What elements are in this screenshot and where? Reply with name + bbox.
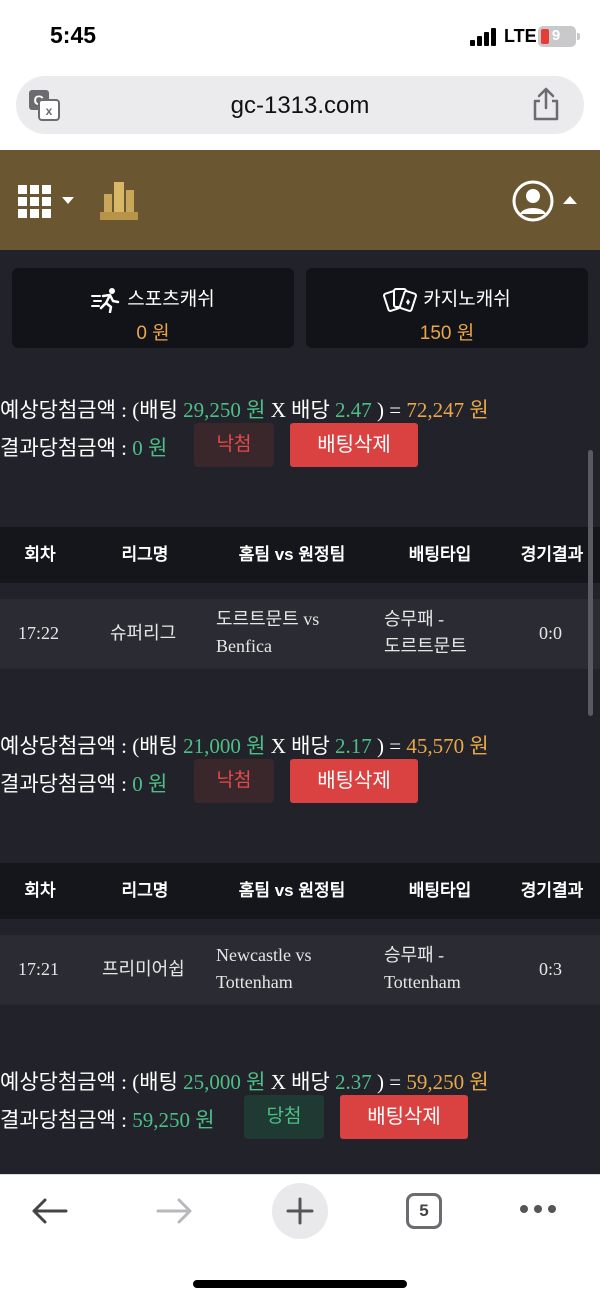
teams-cell-line1: Newcastle vs <box>216 945 312 965</box>
browser-toolbar: 5 <box>0 1174 600 1299</box>
menu-grid-icon[interactable] <box>18 185 52 219</box>
bet-table-header: 회차 리그명 홈팀 vs 원정팀 배팅타입 경기결과 <box>0 863 600 919</box>
bet-type-line1: 승무패 - <box>384 945 445 965</box>
site-logo[interactable] <box>98 178 140 222</box>
more-options-icon[interactable] <box>518 1203 558 1215</box>
table-row: 17:21 프리미어쉽 Newcastle vs Tottenham 승무패 -… <box>0 935 600 1005</box>
scrollbar[interactable] <box>588 450 593 716</box>
header-teams: 홈팀 vs 원정팀 <box>238 881 346 900</box>
address-bar[interactable]: G x gc-1313.com <box>16 76 584 134</box>
header-result: 경기결과 <box>520 545 584 564</box>
expected-amount: 59,250 원 <box>406 1070 489 1094</box>
league-cell: 슈퍼리그 <box>110 623 177 643</box>
status-time: 5:45 <box>50 22 97 48</box>
bet-odds: 2.17 <box>335 734 372 758</box>
result-amount: 59,250 원 <box>132 1108 215 1132</box>
expected-amount: 72,247 원 <box>406 398 489 422</box>
teams-cell-line1: 도르트문트 vs <box>216 609 320 629</box>
expected-winnings-line: 예상당첨금액 : (배팅 29,250 원 X 배당 2.47 ) = 72,2… <box>0 398 489 422</box>
header-bet-type: 배팅타입 <box>408 545 472 564</box>
battery-level: 9 <box>551 27 561 44</box>
user-account-icon[interactable] <box>512 180 554 222</box>
network-label: LTE <box>504 26 537 46</box>
header-league: 리그명 <box>121 881 169 900</box>
bet-stake: 25,000 원 <box>183 1070 266 1094</box>
expected-winnings-line: 예상당첨금액 : (배팅 21,000 원 X 배당 2.17 ) = 45,5… <box>0 734 489 758</box>
status-badge-lose: 낙첨 <box>194 759 274 803</box>
header-teams: 홈팀 vs 원정팀 <box>238 545 346 564</box>
new-tab-button[interactable] <box>272 1183 328 1239</box>
result-amount: 0 원 <box>132 436 168 460</box>
battery-tip <box>577 33 580 40</box>
result-winnings-line: 결과당첨금액 : 0 원 <box>0 772 168 796</box>
result-winnings-line: 결과당첨금액 : 59,250 원 <box>0 1108 215 1132</box>
result-winnings-line: 결과당첨금액 : 0 원 <box>0 436 168 460</box>
address-bar-area: G x gc-1313.com <box>0 72 600 150</box>
chevron-up-icon[interactable] <box>563 196 577 204</box>
forward-arrow-icon[interactable] <box>154 1195 194 1227</box>
delete-bet-button[interactable]: 배팅삭제 <box>340 1095 468 1139</box>
sports-cash-card[interactable]: 스포츠캐쉬 0 원 <box>12 268 294 348</box>
url-text[interactable]: gc-1313.com <box>16 92 584 120</box>
bet-odds: 2.47 <box>335 398 372 422</box>
signal-icon <box>470 28 498 46</box>
tab-switcher-button[interactable]: 5 <box>406 1193 442 1229</box>
playing-cards-icon <box>383 287 418 312</box>
result-amount: 0 원 <box>132 772 168 796</box>
bet-type-line2: 도르트문트 <box>384 636 467 656</box>
round-cell: 17:22 <box>18 623 60 643</box>
bet-type-line2: Tottenham <box>384 972 461 992</box>
header-league: 리그명 <box>121 545 169 564</box>
bet-table-header: 회차 리그명 홈팀 vs 원정팀 배팅타입 경기결과 <box>0 527 600 583</box>
delete-bet-button[interactable]: 배팅삭제 <box>290 759 418 803</box>
bet-stake: 29,250 원 <box>183 398 266 422</box>
status-badge-lose: 낙첨 <box>194 423 274 467</box>
score-cell: 0:0 <box>539 623 563 643</box>
sports-cash-amount: 0 원 <box>136 323 170 344</box>
bet-stake: 21,000 원 <box>183 734 266 758</box>
header-bet-type: 배팅타입 <box>408 881 472 900</box>
casino-cash-amount: 150 원 <box>419 323 475 344</box>
site-header <box>0 150 600 250</box>
casino-cash-label: 카지노캐쉬 <box>423 289 511 310</box>
expected-amount: 45,570 원 <box>406 734 489 758</box>
header-result: 경기결과 <box>520 881 584 900</box>
chevron-down-icon[interactable] <box>62 197 74 204</box>
teams-cell-line2: Tottenham <box>216 972 293 992</box>
status-bar: 5:45 LTE 9 <box>0 0 600 72</box>
delete-bet-button[interactable]: 배팅삭제 <box>290 423 418 467</box>
league-cell: 프리미어쉽 <box>102 959 185 979</box>
betting-history: 스포츠캐쉬 0 원 카지노캐쉬 150 원 예상당첨금액 : (배팅 29,25… <box>0 250 600 1174</box>
score-cell: 0:3 <box>539 959 563 979</box>
battery-icon: 9 <box>538 26 576 47</box>
plus-icon <box>286 1197 314 1225</box>
casino-cash-card[interactable]: 카지노캐쉬 150 원 <box>306 268 588 348</box>
bet-type-line1: 승무패 - <box>384 609 445 629</box>
teams-cell-line2: Benfica <box>216 636 272 656</box>
home-indicator <box>193 1280 407 1288</box>
status-badge-win: 당첨 <box>244 1095 324 1139</box>
table-row: 17:22 슈퍼리그 도르트문트 vs Benfica 승무패 - 도르트문트 … <box>0 599 600 669</box>
expected-winnings-line: 예상당첨금액 : (배팅 25,000 원 X 배당 2.37 ) = 59,2… <box>0 1070 489 1094</box>
bet-odds: 2.37 <box>335 1070 372 1094</box>
share-icon[interactable] <box>530 86 562 122</box>
sports-cash-label: 스포츠캐쉬 <box>127 289 215 310</box>
back-arrow-icon[interactable] <box>30 1195 70 1227</box>
sports-runner-icon <box>91 287 120 314</box>
header-round: 회차 <box>24 881 56 900</box>
header-round: 회차 <box>24 545 56 564</box>
round-cell: 17:21 <box>18 959 60 979</box>
